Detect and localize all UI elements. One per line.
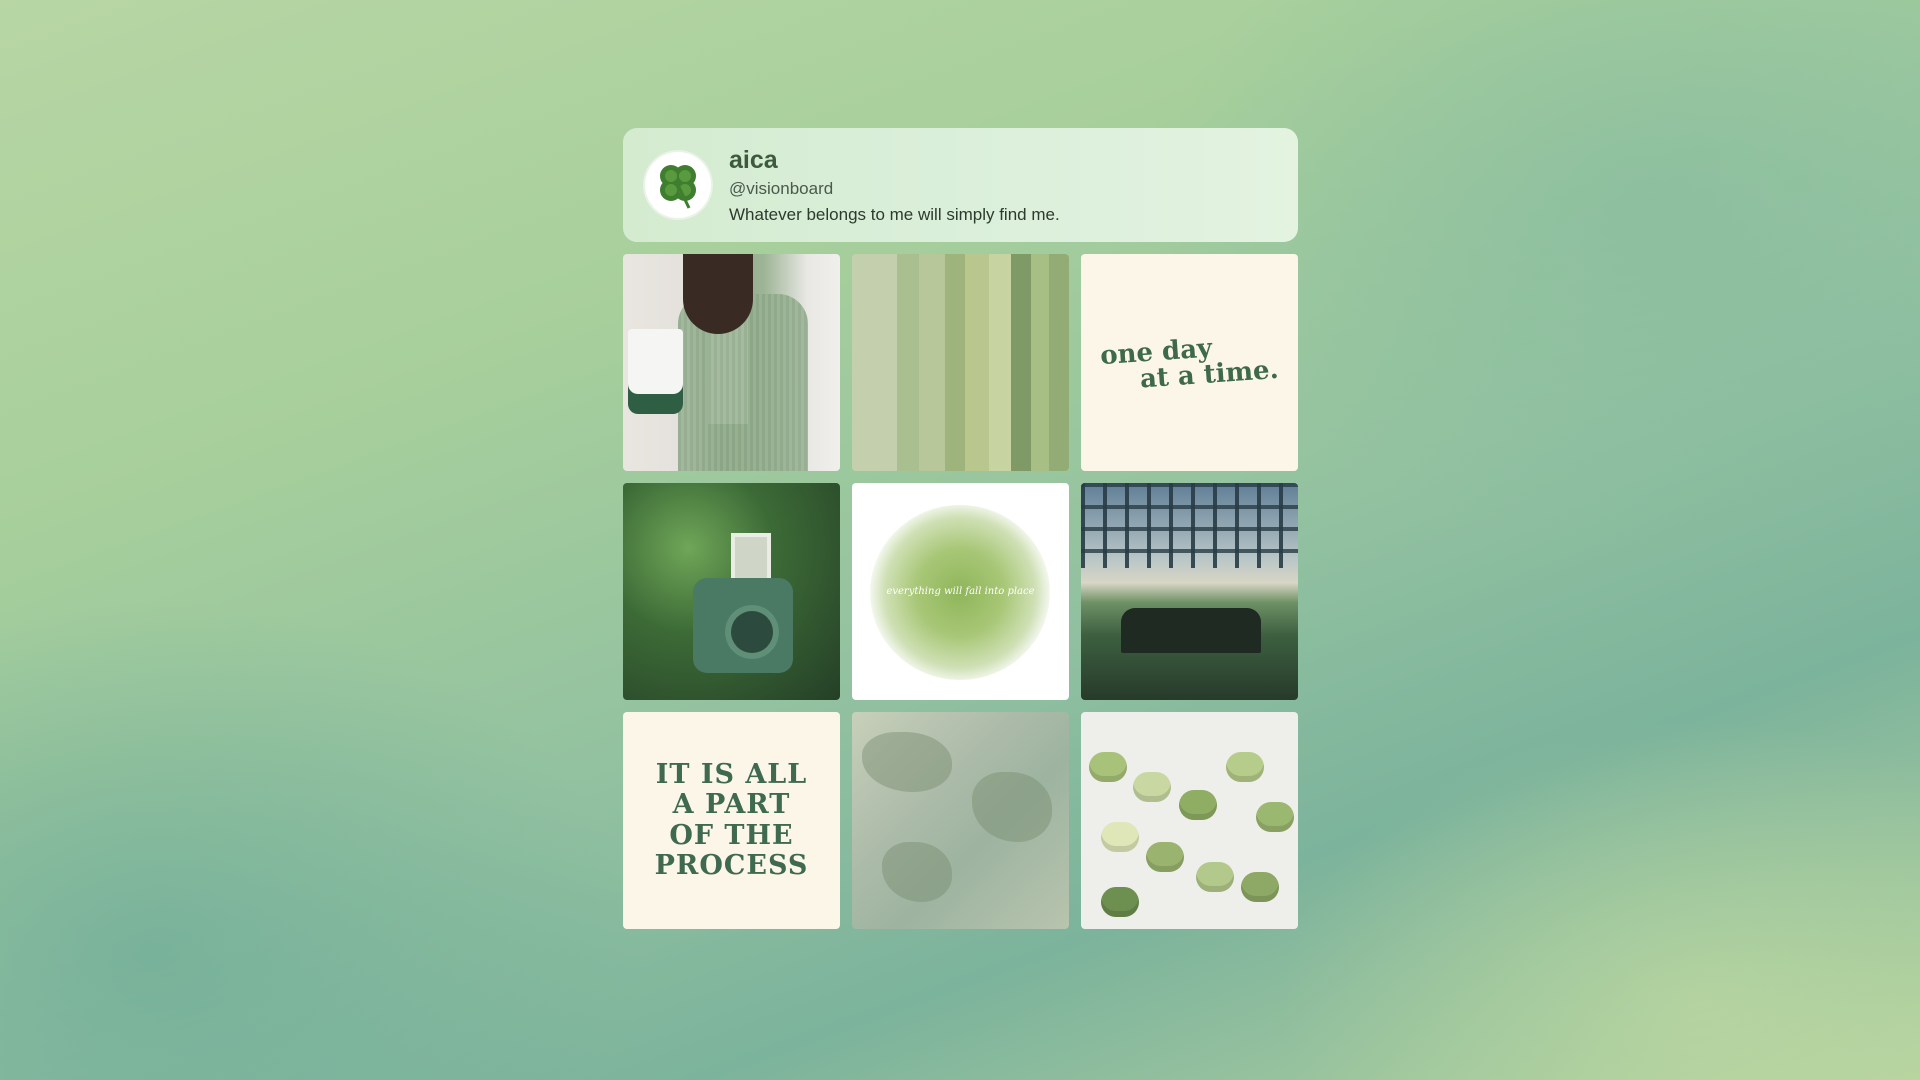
book-spine — [1049, 254, 1069, 471]
map-land-shape — [972, 772, 1052, 842]
avatar[interactable] — [645, 152, 711, 218]
book-spine — [897, 254, 919, 471]
book-spine — [965, 254, 989, 471]
macaron-shape — [1196, 862, 1234, 892]
tile-vintage-map-photo[interactable] — [852, 712, 1069, 929]
quote-line: A PART — [672, 789, 791, 821]
book-spine — [1031, 254, 1049, 471]
quote-part-of-process: IT IS ALL A PART OF THE PROCESS — [654, 759, 809, 881]
clover-icon — [660, 165, 696, 209]
map-land-shape — [882, 842, 952, 902]
book-spine — [919, 254, 945, 471]
profile-handle: @visionboard — [729, 178, 834, 198]
tile-quote-process[interactable]: IT IS ALL A PART OF THE PROCESS — [623, 712, 840, 929]
quote-one-day: one day at a time. — [1099, 330, 1279, 394]
macaron-shape — [1179, 790, 1217, 820]
tile-books-photo[interactable] — [852, 254, 1069, 471]
vision-board: aica @visionboard Whatever belongs to me… — [623, 128, 1298, 929]
image-grid: one day at a time. everything will fall … — [623, 254, 1298, 929]
macaron-shape — [1241, 872, 1279, 902]
macaron-shape — [1133, 772, 1171, 802]
macaron-shape — [1146, 842, 1184, 872]
book-spine — [945, 254, 965, 471]
macaron-shape — [1089, 752, 1127, 782]
tile-instax-camera-photo[interactable] — [623, 483, 840, 700]
book-spine — [1011, 254, 1031, 471]
camera-lens-shape — [731, 611, 773, 653]
stadium-roof-shape — [1081, 483, 1298, 568]
tile-macarons-photo[interactable] — [1081, 712, 1298, 929]
quote-line: IT IS ALL — [655, 759, 808, 791]
macaron-shape — [1256, 802, 1294, 832]
quote-fall-into-place: everything will fall into place — [886, 586, 1035, 597]
book-spine — [989, 254, 1011, 471]
profile-name: aica — [729, 145, 778, 174]
group-silhouette-shape — [1121, 608, 1261, 653]
macaron-shape — [1226, 752, 1264, 782]
tile-gradient-quote[interactable]: everything will fall into place — [852, 483, 1069, 700]
quote-line: OF THE — [669, 819, 794, 851]
map-land-shape — [862, 732, 952, 792]
hair-shape — [683, 254, 753, 334]
quote-line: PROCESS — [654, 849, 809, 881]
profile-card: aica @visionboard Whatever belongs to me… — [623, 128, 1298, 242]
coffee-cup-shape — [628, 329, 683, 414]
tile-stadium-photo[interactable] — [1081, 483, 1298, 700]
macaron-shape — [1101, 887, 1139, 917]
tile-quote-one-day[interactable]: one day at a time. — [1081, 254, 1298, 471]
profile-bio: Whatever belongs to me will simply find … — [729, 205, 1060, 224]
macaron-shape — [1101, 822, 1139, 852]
book-spine — [852, 254, 897, 471]
tile-cardigan-coffee-photo[interactable] — [623, 254, 840, 471]
